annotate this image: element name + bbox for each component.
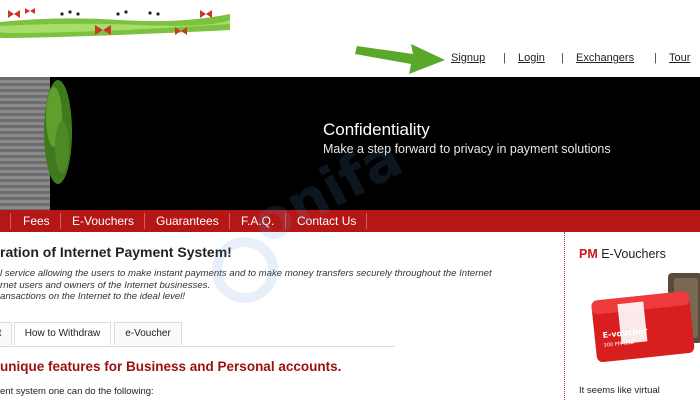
nav-divider: [285, 213, 286, 229]
nav-divider: [10, 213, 11, 229]
grass-butterfly-logo: [0, 8, 230, 38]
intro-line: rnet users and owners of the Internet bu…: [0, 279, 211, 291]
nav-item-guarantees[interactable]: Guarantees: [156, 210, 219, 232]
nav-divider: [366, 213, 367, 229]
tour-link[interactable]: Tour: [669, 52, 690, 64]
nav-separator: |: [654, 52, 657, 64]
nav-item-faq[interactable]: F.A.Q.: [241, 210, 274, 232]
intro-line: l service allowing the users to make ins…: [0, 268, 492, 279]
top-navigation: Signup | Login | Exchangers | Tour: [440, 52, 700, 68]
tab-partial[interactable]: t: [0, 322, 12, 345]
nav-separator: |: [503, 52, 506, 64]
nav-item-fees[interactable]: Fees: [23, 210, 50, 232]
nav-item-contact-us[interactable]: Contact Us: [297, 210, 356, 232]
hero-banner: Confidentiality Make a step forward to p…: [0, 77, 700, 210]
sidebar-text: It seems like virtual: [579, 385, 660, 396]
nav-separator: |: [561, 52, 564, 64]
banner-title: Confidentiality: [323, 120, 430, 139]
sidebar-title-prefix: PM: [579, 247, 598, 261]
page-title: ration of Internet Payment System!: [0, 244, 232, 260]
sidebar-title-text: E-Vouchers: [597, 247, 666, 261]
features-heading: unique features for Business and Persona…: [0, 359, 342, 374]
main-navigation: Fees E-Vouchers Guarantees F.A.Q. Contac…: [0, 210, 700, 232]
intro-text: l service allowing the users to make ins…: [0, 268, 550, 303]
nav-divider: [229, 213, 230, 229]
exchangers-link[interactable]: Exchangers: [576, 52, 634, 64]
sidebar-title: PM E-Vouchers: [579, 247, 666, 261]
nav-item-e-vouchers[interactable]: E-Vouchers: [72, 210, 134, 232]
tab-e-voucher[interactable]: e-Voucher: [114, 322, 182, 345]
nav-divider: [60, 213, 61, 229]
plant-image: [44, 80, 72, 184]
banner-subtitle: Make a step forward to privacy in paymen…: [323, 142, 611, 156]
login-link[interactable]: Login: [518, 52, 545, 64]
features-subheading: ent system one can do the following:: [0, 386, 154, 397]
content-tabs: t How to Withdraw e-Voucher: [0, 322, 395, 347]
sidebar-divider: [564, 232, 565, 400]
signup-link[interactable]: Signup: [451, 52, 485, 64]
green-arrow-icon: [355, 44, 445, 74]
nav-divider: [144, 213, 145, 229]
header: Signup | Login | Exchangers | Tour: [0, 0, 700, 77]
e-voucher-card-image[interactable]: E-voucher 300 PM USD: [590, 268, 700, 370]
tab-how-to-withdraw[interactable]: How to Withdraw: [14, 322, 111, 345]
intro-line: ansactions on the Internet to the ideal …: [0, 291, 186, 302]
